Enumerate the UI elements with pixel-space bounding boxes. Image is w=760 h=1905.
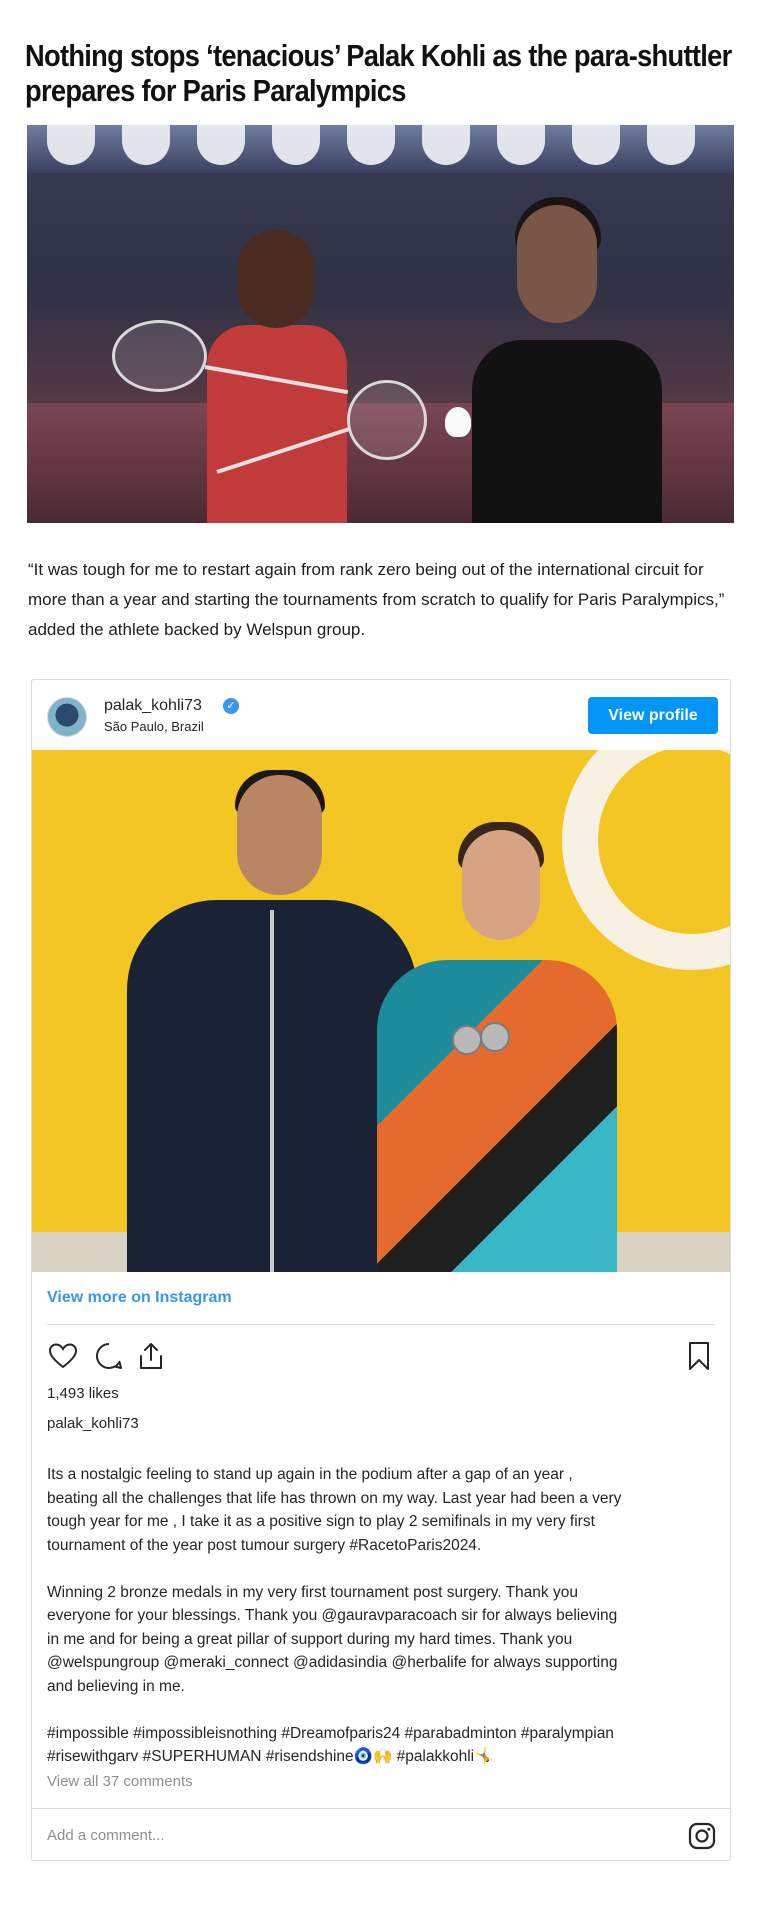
post-location[interactable]: São Paulo, Brazil xyxy=(104,719,204,734)
instagram-username[interactable]: palak_kohli73 xyxy=(104,697,202,715)
view-all-comments-link[interactable]: View all 37 comments xyxy=(47,1773,193,1790)
instagram-embed: palak_kohli73 ✓ São Paulo, Brazil View p… xyxy=(31,679,731,1861)
avatar[interactable] xyxy=(47,697,87,737)
athlete-figure xyxy=(377,960,617,1272)
medal xyxy=(480,1022,510,1052)
article-paragraph: “It was tough for me to restart again fr… xyxy=(28,560,725,639)
share-icon[interactable] xyxy=(135,1340,167,1372)
player-background xyxy=(207,325,347,523)
heart-icon[interactable] xyxy=(47,1340,79,1372)
article-headline: Nothing stops ‘tenacious’ Palak Kohli as… xyxy=(25,38,745,108)
shuttlecock xyxy=(445,407,471,437)
add-comment-input[interactable]: Add a comment... xyxy=(47,1827,165,1844)
divider xyxy=(47,1324,715,1325)
view-profile-button[interactable]: View profile xyxy=(588,697,718,734)
verified-badge-icon: ✓ xyxy=(223,698,239,714)
racket xyxy=(112,320,207,392)
post-caption: Its a nostalgic feeling to stand up agai… xyxy=(47,1466,622,1765)
likes-count[interactable]: 1,493 likes xyxy=(47,1385,119,1402)
comment-icon[interactable] xyxy=(93,1340,125,1372)
player-palak-kohli xyxy=(472,340,662,523)
view-more-on-instagram-link[interactable]: View more on Instagram xyxy=(47,1289,232,1307)
bookmark-icon[interactable] xyxy=(683,1340,715,1372)
caption-username[interactable]: palak_kohli73 xyxy=(47,1415,139,1432)
instagram-header: palak_kohli73 ✓ São Paulo, Brazil View p… xyxy=(32,680,730,750)
medal xyxy=(452,1025,482,1055)
hero-photo-badminton xyxy=(27,125,734,523)
instagram-logo-icon[interactable] xyxy=(688,1822,716,1850)
racket xyxy=(347,380,427,460)
headline-line-2: prepares for Paris Paralympics xyxy=(25,73,406,108)
headline-line-1: Nothing stops ‘tenacious’ Palak Kohli as… xyxy=(25,38,732,73)
comment-bar: Add a comment... xyxy=(32,1808,730,1862)
post-actions xyxy=(47,1340,715,1376)
instagram-post-photo[interactable] xyxy=(32,750,730,1272)
